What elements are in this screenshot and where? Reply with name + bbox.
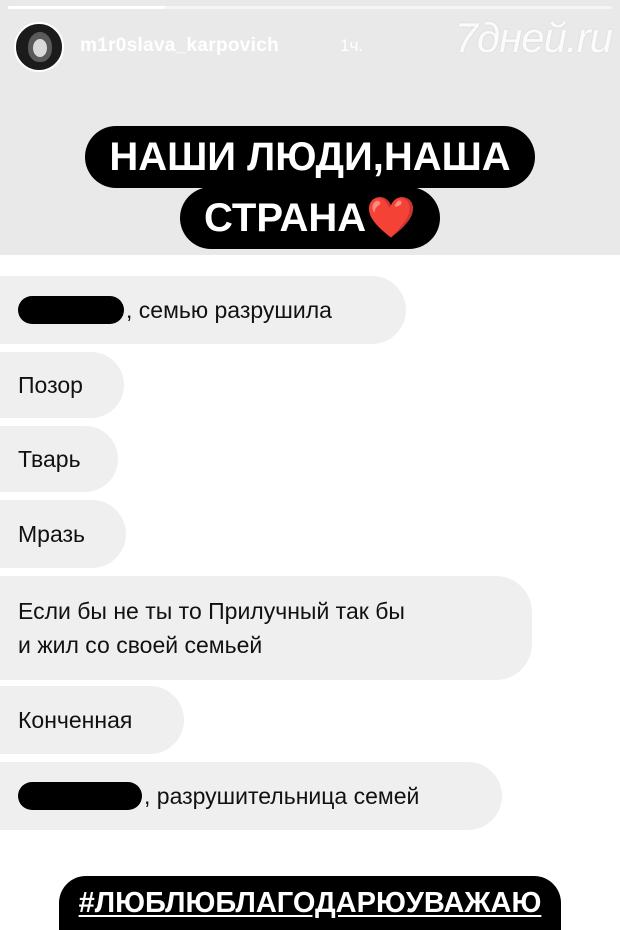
message-bubble: Позор [0, 352, 124, 418]
censor-bar [18, 782, 142, 810]
censor-bar [18, 296, 124, 324]
avatar[interactable] [14, 22, 64, 72]
message-bubble: Конченная [0, 686, 184, 754]
hashtag-sticker: #ЛЮБЛЮБЛАГОДАРЮУВАЖАЮ [0, 876, 620, 930]
headline-line-2-text: СТРАНА [204, 196, 367, 240]
message-bubble: , семью разрушила [0, 276, 406, 344]
message-text: Мразь [18, 521, 86, 547]
message-text: Позор [18, 372, 83, 398]
post-time: 1ч. [340, 36, 364, 55]
username[interactable]: m1r0slava_karpovich [80, 35, 279, 57]
message-text: Конченная [18, 707, 133, 733]
message-text: , семью разрушила [126, 297, 332, 323]
avatar-face [33, 39, 47, 57]
hashtag-link[interactable]: #ЛЮБЛЮБЛАГОДАРЮУВАЖАЮ [58, 876, 562, 930]
message-bubble: , разрушительница семей [0, 762, 502, 830]
heart-icon: ❤️ [366, 196, 416, 240]
headline: НАШИ ЛЮДИ,НАША СТРАНА❤️ [0, 126, 620, 249]
message-text: , разрушительница семей [144, 783, 420, 809]
story-progress-fill [8, 6, 166, 9]
message-bubble: Тварь [0, 426, 118, 492]
story-progress-bar [8, 6, 612, 9]
watermark-logo: 7дней.ru [454, 14, 613, 61]
headline-line-2: СТРАНА❤️ [180, 187, 440, 249]
message-bubble: Если бы не ты то Прилучный так бы и жил … [0, 576, 532, 680]
message-text: Тварь [18, 446, 81, 472]
message-text-line-2: и жил со своей семьей [18, 632, 263, 658]
message-bubble: Мразь [0, 500, 126, 568]
message-text-line-1: Если бы не ты то Прилучный так бы [18, 598, 405, 624]
headline-line-1: НАШИ ЛЮДИ,НАША [85, 126, 535, 188]
